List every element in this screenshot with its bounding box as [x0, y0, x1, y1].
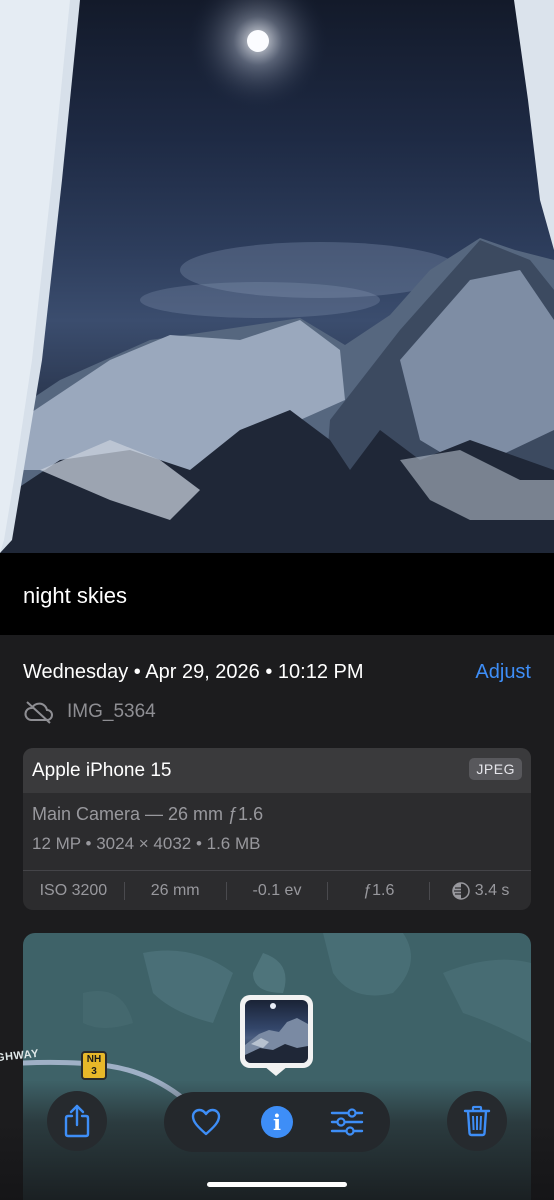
- map-pin-thumbnail: [245, 1000, 308, 1063]
- thumbnail-image: [245, 1003, 308, 1063]
- highway-shield: NH 3: [81, 1051, 107, 1080]
- adjust-date-button[interactable]: Adjust: [475, 661, 531, 684]
- map-pin-tail: [264, 1066, 288, 1076]
- exif-shutter-cell: 3.4 s: [430, 882, 531, 900]
- exif-row: ISO 3200 26 mm -0.1 ev ƒ1.6 3.4 s: [23, 879, 531, 903]
- image-specs: 12 MP • 3024 × 4032 • 1.6 MB: [32, 834, 261, 853]
- highway-shield-number: 3: [91, 1066, 97, 1077]
- action-pill: i: [164, 1092, 390, 1152]
- filename-row: IMG_5364: [23, 698, 156, 726]
- camera-info-card: Apple iPhone 15 JPEG Main Camera — 26 mm…: [23, 748, 531, 910]
- photo-caption[interactable]: night skies: [23, 583, 127, 609]
- info-button[interactable]: i: [247, 1092, 307, 1152]
- card-divider: [23, 870, 531, 871]
- camera-card-header: Apple iPhone 15 JPEG: [23, 748, 531, 793]
- exif-iso: ISO 3200: [39, 882, 108, 899]
- device-name: Apple iPhone 15: [32, 760, 172, 781]
- sliders-icon: [330, 1108, 364, 1136]
- map-photo-pin[interactable]: [240, 995, 313, 1068]
- exif-focal-length: 26 mm: [150, 882, 200, 899]
- date-time-label: Wednesday • Apr 29, 2026 • 10:12 PM: [23, 661, 364, 683]
- photo-image: [0, 0, 554, 553]
- photo-viewer[interactable]: [0, 0, 554, 553]
- exif-exposure-bias: -0.1 ev: [252, 882, 302, 899]
- share-icon: [64, 1104, 90, 1138]
- heart-icon: [191, 1108, 221, 1136]
- edit-button[interactable]: [317, 1092, 377, 1152]
- highway-shield-prefix: NH: [86, 1054, 102, 1065]
- info-icon: i: [261, 1106, 293, 1138]
- share-button[interactable]: [47, 1091, 107, 1151]
- delete-button[interactable]: [447, 1091, 507, 1151]
- exif-aperture: ƒ1.6: [363, 882, 395, 899]
- format-badge: JPEG: [469, 758, 522, 780]
- exif-shutter-speed: 3.4 s: [474, 882, 510, 899]
- home-indicator[interactable]: [207, 1182, 347, 1187]
- trash-icon: [463, 1105, 491, 1137]
- cloud-slash-icon: [24, 701, 53, 724]
- filename: IMG_5364: [67, 701, 156, 722]
- shutter-speed-icon: [451, 882, 470, 900]
- favorite-button[interactable]: [176, 1092, 236, 1152]
- lens-info: Main Camera — 26 mm ƒ1.6: [32, 804, 264, 824]
